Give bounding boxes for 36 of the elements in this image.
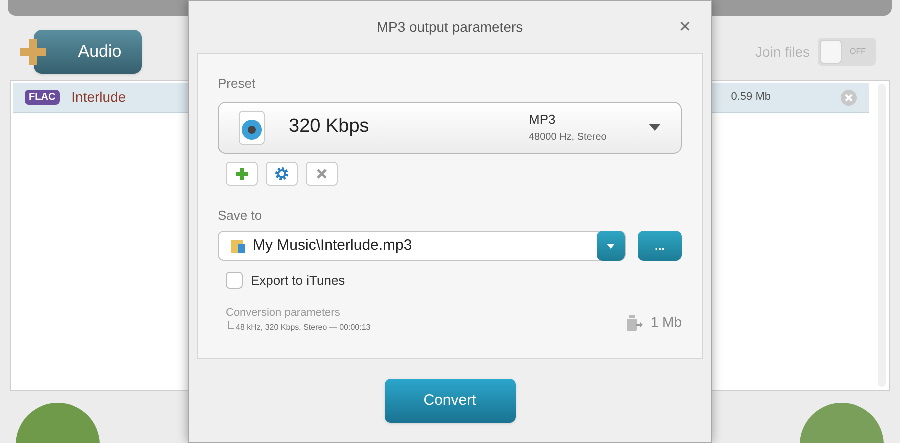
file-name: Interlude [72,88,126,107]
export-itunes-label: Export to iTunes [251,272,346,290]
save-to-label: Save to [218,206,264,224]
close-icon [317,168,327,178]
save-path-field[interactable]: My Music\Interlude.mp3 [218,231,626,261]
file-size-icon [626,314,643,330]
folder-icon [231,238,245,254]
convert-button[interactable]: Convert [384,379,516,423]
file-size: 0.59 Mb [731,90,771,106]
remove-icon[interactable] [841,90,857,106]
dialog-title: MP3 output parameters [376,18,524,37]
preset-label: Preset [218,75,257,93]
settings-icon [275,166,289,180]
plus-icon [236,168,248,180]
path-dropdown-button[interactable] [597,231,625,261]
conversion-label: Conversion parameters [226,306,342,320]
preset-details: 48000 Hz, Stereo [529,130,608,145]
close-button[interactable]: × [679,12,691,42]
output-size: 1 Mb [650,313,682,332]
format-badge: FLAC [25,90,60,105]
settings-button[interactable] [266,162,298,186]
add-preset-button[interactable] [226,162,258,186]
plus-icon [20,39,46,65]
delete-preset-button[interactable] [306,162,338,186]
conversion-details: 48 kHz, 320 Kbps, Stereo — 00:00:13 [236,322,371,334]
preset-format: MP3 [529,111,557,130]
preset-dropdown[interactable]: 320 Kbps MP3 48000 Hz, Stereo [218,102,682,154]
browse-button[interactable]: ... [638,231,682,261]
mp3-file-icon [239,110,265,144]
join-files-label: Join files [756,42,810,62]
dropdown-caret-icon [649,124,661,131]
caret-icon [607,244,615,248]
preset-name: 320 Kbps [289,115,370,140]
checkbox[interactable] [226,272,243,290]
save-path: My Music\Interlude.mp3 [253,236,414,256]
add-audio-button[interactable]: Audio [34,30,142,74]
